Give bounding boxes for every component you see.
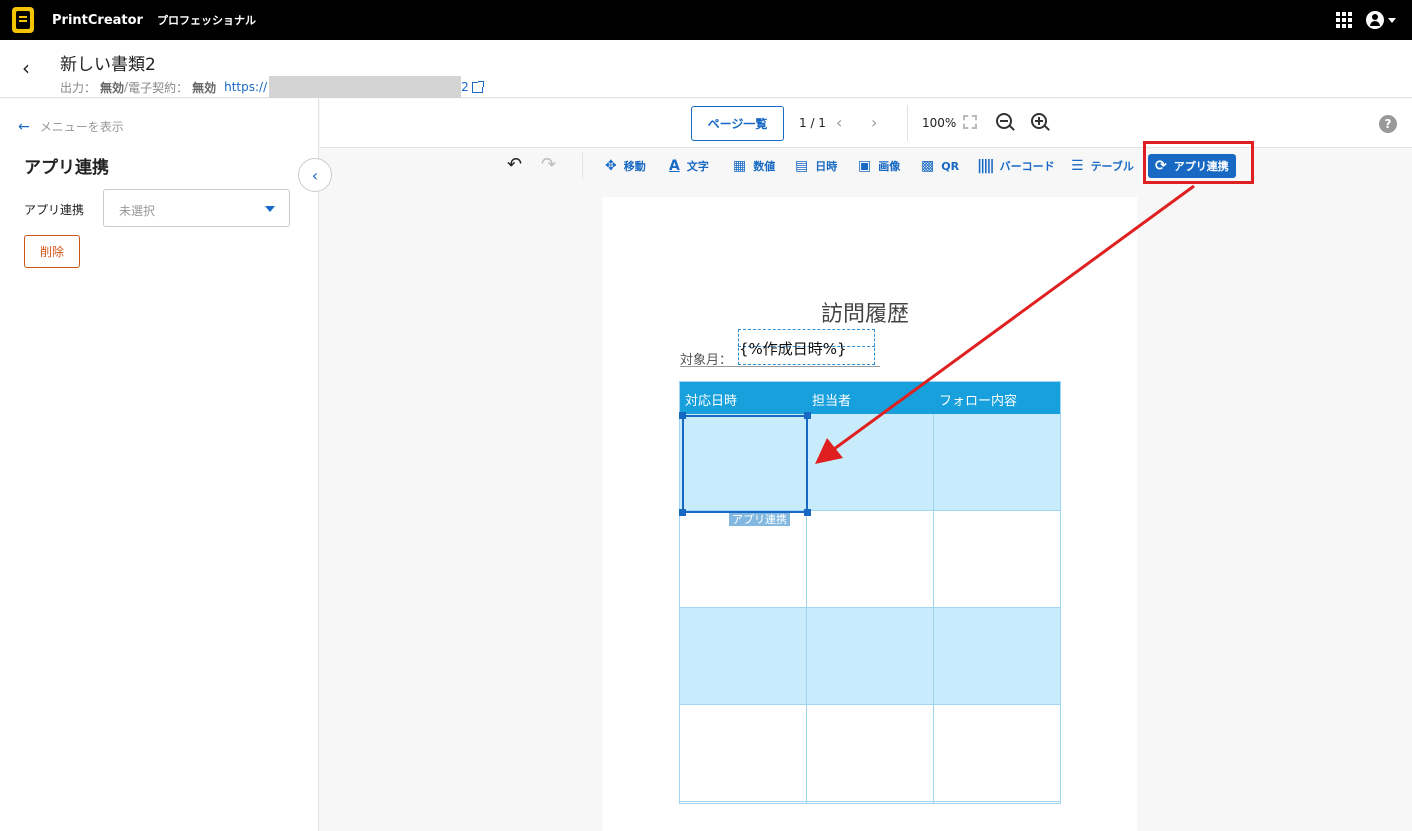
app-link-field-label: アプリ連携	[24, 203, 85, 217]
account-menu[interactable]	[1366, 11, 1396, 29]
tool-number-label: 数値	[753, 160, 776, 173]
tool-date[interactable]: ▤ 日時	[795, 154, 837, 178]
divider	[582, 153, 583, 179]
image-icon: ▣	[858, 158, 872, 174]
output-label: 出力：	[60, 80, 97, 95]
properties-sidebar: ← メニューを表示 アプリ連携 アプリ連携 未選択 削除	[0, 99, 319, 831]
zoom-level: 100%	[922, 116, 957, 130]
text-a-icon: A	[669, 158, 680, 174]
page-list-button[interactable]: ページ一覧	[691, 106, 784, 141]
tool-barcode[interactable]: ||||| バーコード	[977, 154, 1055, 178]
column-header: 対応日時	[685, 394, 738, 409]
resize-handle[interactable]	[804, 509, 811, 516]
edition-label: プロフェッショナル	[156, 14, 256, 27]
tool-table-label: テーブル	[1090, 160, 1134, 173]
output-value: 無効	[100, 80, 125, 95]
divider	[907, 105, 908, 141]
column-header: 担当者	[812, 394, 852, 409]
caret-down-icon	[1388, 17, 1396, 23]
help-icon[interactable]: ?	[1379, 115, 1397, 133]
tool-qr[interactable]: ▩ QR	[921, 154, 959, 178]
tool-barcode-label: バーコード	[999, 160, 1055, 173]
next-page-icon[interactable]: ›	[871, 113, 877, 132]
column-divider	[933, 414, 934, 803]
table-row[interactable]	[680, 608, 1060, 705]
tool-qr-label: QR	[941, 159, 960, 173]
selected-cell[interactable]	[682, 415, 808, 513]
printcreator-logo-icon	[12, 7, 34, 33]
document-url-link[interactable]: https://	[224, 80, 267, 94]
calendar-icon: ▤	[795, 158, 809, 174]
document-page: 訪問履歴 対象月： {%作成日時%} 対応日時 担当者 フォロー内容 アプリ連携	[603, 197, 1137, 831]
document-url-tail[interactable]: 2	[461, 80, 469, 94]
delete-button[interactable]: 削除	[24, 235, 80, 268]
table-row[interactable]	[680, 705, 1060, 802]
tool-move[interactable]: ✥ 移動	[605, 154, 646, 178]
tool-image[interactable]: ▣ 画像	[858, 154, 900, 178]
qr-code-icon: ▩	[921, 158, 935, 174]
show-menu-link[interactable]: ← メニューを表示	[18, 118, 124, 135]
app-link-select-value: 未選択	[119, 204, 156, 218]
column-header: フォロー内容	[939, 394, 1018, 409]
external-link-icon[interactable]	[471, 80, 484, 93]
document-heading[interactable]: 訪問履歴	[821, 296, 909, 328]
apps-grid-icon[interactable]	[1336, 12, 1352, 28]
move-arrows-icon: ✥	[605, 158, 617, 174]
app-link-select[interactable]: 未選択	[103, 189, 290, 227]
calculator-icon: ▦	[733, 158, 747, 174]
contract-label: 電子契約：	[128, 80, 189, 95]
barcode-icon: |||||	[977, 158, 995, 174]
zoom-in-icon[interactable]	[1031, 113, 1047, 129]
undo-icon[interactable]: ↶	[507, 154, 522, 175]
zoom-out-icon[interactable]	[996, 113, 1012, 129]
page-number: 1 / 1	[799, 116, 826, 130]
tool-text[interactable]: A 文字	[669, 154, 709, 178]
arrow-left-icon: ←	[18, 118, 30, 135]
visit-history-table[interactable]: 対応日時 担当者 フォロー内容 アプリ連携	[679, 381, 1061, 804]
redacted-url	[269, 76, 462, 98]
document-meta: 出力： 無効 / 電子契約： 無効 https:// 2	[60, 76, 484, 98]
tool-move-label: 移動	[623, 160, 646, 173]
app-link-cell-tag: アプリ連携	[729, 513, 790, 526]
resize-handle[interactable]	[679, 412, 686, 419]
document-title: 新しい書類2	[60, 55, 156, 75]
tool-date-label: 日時	[815, 160, 838, 173]
contract-value: 無効	[192, 80, 217, 95]
show-menu-label: メニューを表示	[39, 120, 124, 134]
app-topbar: PrintCreator プロフェッショナル	[0, 0, 1412, 40]
resize-handle[interactable]	[804, 412, 811, 419]
sidebar-title: アプリ連携	[24, 158, 109, 178]
list-icon: ☰	[1071, 158, 1084, 174]
date-placeholder-text: {%作成日時%}	[739, 340, 847, 358]
annotation-highlight-box	[1143, 141, 1254, 184]
brand-name: PrintCreator	[52, 12, 143, 28]
collapse-sidebar-button[interactable]: ‹	[298, 158, 332, 192]
tool-table[interactable]: ☰ テーブル	[1071, 154, 1134, 178]
underline	[680, 366, 880, 367]
prev-page-icon[interactable]: ‹	[836, 113, 842, 132]
fit-screen-icon[interactable]	[963, 115, 977, 129]
dropdown-caret-icon	[265, 206, 275, 212]
redo-icon[interactable]: ↷	[541, 154, 556, 175]
tool-number[interactable]: ▦ 数値	[733, 154, 775, 178]
document-header: ‹ 新しい書類2 出力： 無効 / 電子契約： 無効 https:// 2	[0, 40, 1412, 98]
tool-text-label: 文字	[686, 160, 709, 173]
tool-image-label: 画像	[878, 160, 901, 173]
table-header: 対応日時 担当者 フォロー内容	[680, 382, 1060, 414]
resize-handle[interactable]	[679, 509, 686, 516]
account-circle-icon	[1366, 11, 1384, 29]
back-chevron-icon[interactable]: ‹	[22, 58, 30, 78]
